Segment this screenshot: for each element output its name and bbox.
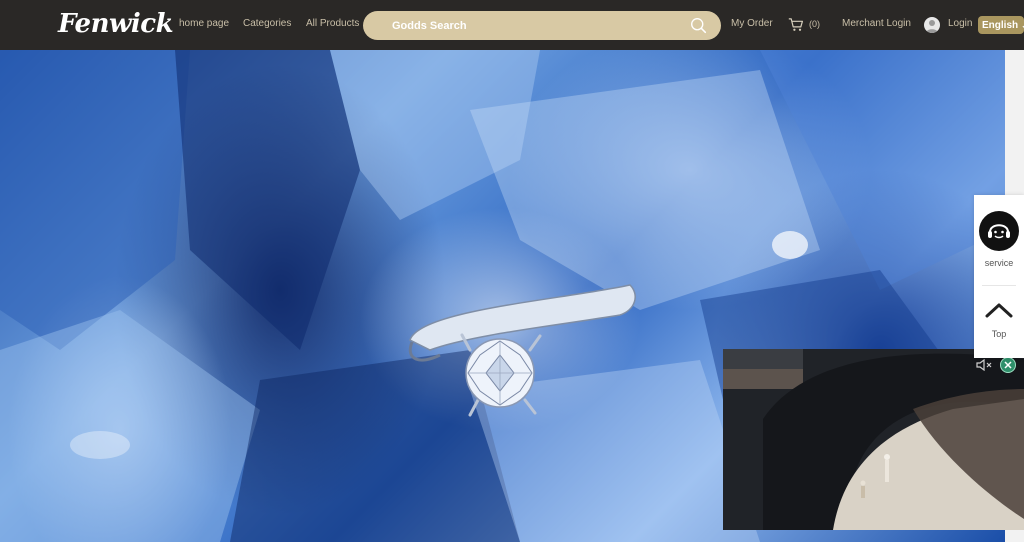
cart-count-badge: (0) — [809, 19, 820, 29]
service-button[interactable]: service — [974, 195, 1024, 281]
search-icon[interactable] — [690, 17, 707, 34]
top-label: Top — [991, 329, 1007, 339]
search-bar — [363, 11, 721, 40]
my-order-link[interactable]: My Order — [731, 18, 773, 29]
cart-icon[interactable] — [788, 17, 804, 32]
video-popup[interactable] — [723, 349, 1024, 530]
page: Fenwick home page Categories All Product… — [0, 0, 1024, 542]
service-label: service — [984, 258, 1014, 268]
close-icon[interactable] — [1000, 357, 1016, 373]
back-to-top-button[interactable]: Top — [974, 293, 1024, 353]
user-avatar-icon[interactable] — [924, 17, 940, 33]
floating-side-panel: service Top — [974, 195, 1024, 358]
brand-logo[interactable]: Fenwick — [58, 9, 174, 39]
search-input[interactable] — [392, 19, 672, 32]
merchant-login-link[interactable]: Merchant Login — [842, 18, 911, 29]
top-navbar: Fenwick home page Categories All Product… — [0, 0, 1024, 50]
panel-divider — [982, 285, 1016, 286]
nav-all-products-link[interactable]: All Products — [306, 18, 359, 29]
runway-video-frame — [723, 349, 1024, 530]
language-selector[interactable]: English ⌄ — [978, 16, 1024, 34]
nav-categories-link[interactable]: Categories — [243, 18, 291, 29]
language-label: English — [982, 19, 1019, 31]
customer-service-icon — [979, 211, 1019, 251]
nav-home-link[interactable]: home page — [179, 18, 229, 29]
mute-icon[interactable] — [976, 359, 992, 371]
chevron-up-icon — [985, 303, 1013, 318]
login-link[interactable]: Login — [948, 18, 972, 29]
